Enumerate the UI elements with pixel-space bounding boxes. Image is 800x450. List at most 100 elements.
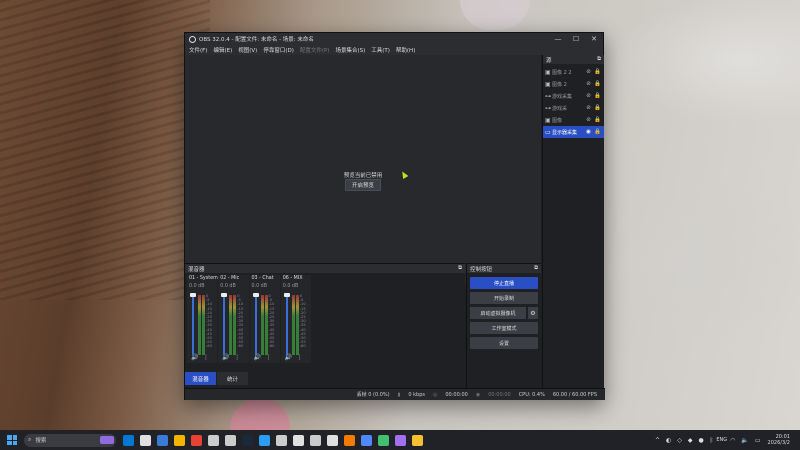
visibility-hidden-icon[interactable]: ⊘ bbox=[584, 69, 593, 75]
lock-icon[interactable]: 🔒 bbox=[593, 105, 602, 111]
pinned-app-icon[interactable] bbox=[259, 434, 270, 446]
source-item[interactable]: ⊶ 游戏采 ⊘ 🔒 bbox=[543, 102, 604, 114]
pinned-app-icon[interactable] bbox=[225, 434, 236, 446]
network-tray-icon[interactable]: ◇ bbox=[677, 437, 682, 444]
undock-icon[interactable]: ⧉ bbox=[534, 265, 538, 272]
windows-start-icon[interactable] bbox=[7, 435, 17, 445]
start-virtual-camera-button[interactable]: 启动虚拟摄像机 bbox=[470, 307, 526, 319]
clock[interactable]: 20:01 2026/3/2 bbox=[768, 434, 790, 446]
source-item[interactable]: ▣ 图像 2 ⊘ 🔒 bbox=[543, 78, 604, 90]
source-item-selected[interactable]: ▭ 显示器采集 ◉ 🔒 bbox=[543, 126, 604, 138]
speaker-icon[interactable]: 🔊 bbox=[285, 354, 292, 361]
language-indicator[interactable]: ENG bbox=[716, 437, 727, 443]
visibility-icon[interactable]: ◉ bbox=[584, 129, 593, 135]
more-options-icon[interactable]: ⋮ bbox=[266, 354, 272, 361]
app-tray-icon[interactable]: ● bbox=[698, 437, 703, 444]
volume-fader-handle[interactable] bbox=[221, 293, 228, 297]
channel-db: 0.0 dB bbox=[282, 284, 299, 289]
tab-stats[interactable]: 统计 bbox=[217, 372, 248, 385]
more-options-icon[interactable]: ⋮ bbox=[203, 354, 209, 361]
pinned-app-icon[interactable] bbox=[327, 434, 338, 446]
lock-icon[interactable]: 🔒 bbox=[593, 129, 602, 135]
source-item[interactable]: ⊶ 游戏采集 ⊘ 🔒 bbox=[543, 90, 604, 102]
level-meter bbox=[202, 295, 205, 355]
menu-help[interactable]: 帮助(H) bbox=[396, 46, 415, 54]
title-bar[interactable]: OBS 32.0.4 - 配置文件: 未命名 - 场景: 未命名 — ☐ ✕ bbox=[185, 33, 603, 45]
enable-preview-button[interactable]: 开启预览 bbox=[345, 179, 381, 191]
volume-fader-track[interactable] bbox=[192, 295, 194, 355]
wifi-icon[interactable]: ◠ bbox=[730, 437, 735, 444]
visibility-hidden-icon[interactable]: ⊘ bbox=[584, 81, 593, 87]
source-item[interactable]: ▣ 图像 ⊘ 🔒 bbox=[543, 114, 604, 126]
record-time: 00:00:00 bbox=[488, 391, 511, 398]
volume-fader-track[interactable] bbox=[254, 295, 257, 355]
more-options-icon[interactable]: ⋮ bbox=[297, 354, 303, 361]
volume-fader-handle[interactable] bbox=[252, 293, 259, 297]
stop-streaming-button[interactable]: 停止直播 bbox=[470, 277, 538, 289]
undock-icon[interactable]: ⧉ bbox=[597, 56, 601, 63]
pinned-app-icon[interactable] bbox=[310, 434, 321, 446]
lock-icon[interactable]: 🔒 bbox=[593, 81, 602, 87]
menu-scene-collection[interactable]: 场景集合(S) bbox=[335, 46, 365, 54]
battery-icon[interactable]: ▭ bbox=[755, 437, 761, 444]
source-name: 显示器采集 bbox=[552, 129, 578, 136]
volume-icon[interactable]: 🔈 bbox=[741, 437, 748, 444]
preview-area[interactable]: 预览当前已禁用 开启预览 bbox=[185, 55, 541, 285]
steam-tray-icon[interactable]: ◐ bbox=[666, 437, 671, 444]
pinned-app-icon[interactable] bbox=[242, 434, 253, 446]
lock-icon[interactable]: 🔒 bbox=[593, 69, 602, 75]
bandwidth-icon: ▮ bbox=[397, 391, 401, 398]
app-tray-icon[interactable]: ◆ bbox=[688, 437, 693, 444]
menu-docks[interactable]: 停靠窗口(D) bbox=[263, 46, 294, 54]
maximize-button[interactable]: ☐ bbox=[567, 33, 585, 45]
pinned-app-icon[interactable] bbox=[191, 434, 202, 446]
menu-edit[interactable]: 编辑(E) bbox=[213, 46, 232, 54]
bluetooth-icon[interactable]: ᛒ bbox=[710, 437, 714, 444]
pinned-app-icon[interactable] bbox=[123, 434, 134, 446]
speaker-icon[interactable]: 🔊 bbox=[222, 354, 229, 361]
level-meter bbox=[291, 295, 295, 355]
pinned-app-icon[interactable] bbox=[276, 434, 287, 446]
source-item[interactable]: ▣ 图像 2 2 ⊘ 🔒 bbox=[543, 66, 604, 78]
volume-fader-track[interactable] bbox=[223, 295, 226, 355]
pinned-app-icon[interactable] bbox=[361, 434, 372, 446]
taskbar-search[interactable]: ⌕ 搜索 bbox=[24, 433, 116, 447]
speaker-icon[interactable]: 🔊 bbox=[254, 354, 261, 361]
gear-icon[interactable]: ⚙ bbox=[528, 307, 538, 319]
pinned-app-icon[interactable] bbox=[395, 434, 406, 446]
clock-date: 2026/3/2 bbox=[767, 440, 790, 446]
chevron-up-icon[interactable]: ^ bbox=[655, 437, 660, 444]
lock-icon[interactable]: 🔒 bbox=[593, 93, 602, 99]
mixer-dock-header: 混音器 ⧉ bbox=[185, 264, 465, 273]
status-bar: 丢帧 0 (0.0%) ▮ 0 kbps ◎ 00:00:00 ◉ 00:00:… bbox=[185, 388, 605, 400]
menu-file[interactable]: 文件(F) bbox=[189, 46, 207, 54]
pinned-app-icon[interactable] bbox=[157, 434, 168, 446]
speaker-icon[interactable]: 🔊 bbox=[191, 354, 198, 361]
undock-icon[interactable]: ⧉ bbox=[458, 265, 462, 272]
visibility-hidden-icon[interactable]: ⊘ bbox=[584, 93, 593, 99]
volume-fader-track[interactable] bbox=[285, 295, 288, 355]
start-recording-button[interactable]: 开始录制 bbox=[470, 292, 538, 304]
pinned-app-icon[interactable] bbox=[412, 434, 423, 446]
studio-mode-button[interactable]: 工作室模式 bbox=[470, 322, 538, 334]
tab-mixer[interactable]: 混音器 bbox=[185, 372, 216, 385]
pinned-app-icon[interactable] bbox=[344, 434, 355, 446]
lock-icon[interactable]: 🔒 bbox=[593, 117, 602, 123]
visibility-hidden-icon[interactable]: ⊘ bbox=[584, 105, 593, 111]
settings-button[interactable]: 设置 bbox=[470, 337, 538, 349]
pinned-app-icon[interactable] bbox=[174, 434, 185, 446]
minimize-button[interactable]: — bbox=[549, 33, 567, 45]
image-icon: ▣ bbox=[545, 116, 551, 124]
visibility-hidden-icon[interactable]: ⊘ bbox=[584, 117, 593, 123]
pinned-app-icon[interactable] bbox=[378, 434, 389, 446]
channel-name: 03 - Chat bbox=[251, 276, 274, 281]
more-options-icon[interactable]: ⋮ bbox=[234, 354, 240, 361]
volume-fader-handle[interactable] bbox=[190, 293, 196, 297]
close-button[interactable]: ✕ bbox=[585, 33, 603, 45]
pinned-app-icon[interactable] bbox=[208, 434, 219, 446]
pinned-app-icon[interactable] bbox=[293, 434, 304, 446]
pinned-app-icon[interactable] bbox=[140, 434, 151, 446]
volume-fader-handle[interactable] bbox=[283, 293, 290, 297]
menu-view[interactable]: 视图(V) bbox=[238, 46, 257, 54]
menu-tools[interactable]: 工具(T) bbox=[371, 46, 390, 54]
